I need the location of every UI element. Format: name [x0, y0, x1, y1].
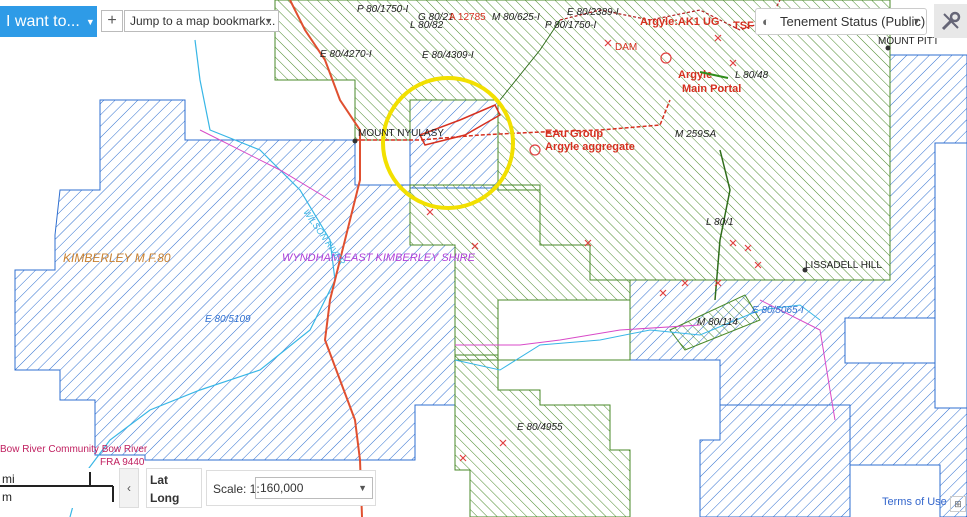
scale-lines — [0, 472, 114, 502]
blue-tenement-block[interactable] — [409, 99, 499, 189]
label-e80-4270: E 80/4270-I — [320, 49, 372, 60]
bookmark-dropdown[interactable]: Jump to a map bookmark... ▼ — [124, 10, 279, 32]
label-lissadell: LISSADELL HILL — [805, 260, 882, 271]
scale-value: 160,000 — [260, 481, 304, 495]
blue-tenement-south[interactable] — [699, 404, 851, 517]
long-label: Long — [150, 491, 180, 505]
label-m80-625: M 80/625-I — [492, 12, 540, 23]
label-argyle-aggregate: Argyle aggregate — [545, 141, 635, 153]
scale-label: Scale: 1: — [213, 482, 260, 496]
collapse-button[interactable]: ‹ — [119, 468, 139, 508]
label-mount-pitt: MOUNT PITT — [878, 36, 939, 47]
chevron-down-icon: ▼ — [264, 16, 273, 26]
scale-widget: Scale: 1: 160,000 ▼ — [206, 470, 376, 506]
scale-select[interactable]: 160,000 ▼ — [255, 477, 373, 499]
label-eau-group: EAu Group — [545, 128, 603, 140]
i-want-to-label: I want to... — [6, 12, 80, 30]
label-fra: FRA 9440 — [100, 457, 145, 468]
white-gap-east — [934, 142, 967, 409]
label-e80-5109: E 80/5109 — [205, 314, 251, 325]
chevron-down-icon: ▼ — [358, 483, 367, 493]
layer-label: Tenement Status (Public) — [780, 14, 926, 29]
layers-icon: ◐ — [762, 14, 770, 29]
label-bow-river: Bow River Community Bow River — [0, 444, 148, 455]
label-m80-114: M 80/114 — [697, 317, 738, 328]
label-mount-nyulasy: MOUNT NYULASY — [358, 128, 444, 139]
label-tsf: TSF — [733, 20, 754, 32]
label-p80-1750: P 80/1750-I — [357, 4, 409, 15]
add-bookmark-button[interactable]: + — [101, 10, 123, 32]
label-kimberley: KIMBERLEY M.F.80 — [63, 251, 171, 265]
layer-dropdown[interactable]: ◐ Tenement Status (Public) ▼ — [755, 8, 927, 35]
map-logo-icon: ⊞ — [950, 496, 966, 512]
i-want-to-button[interactable]: I want to... ▼ — [0, 6, 97, 37]
map-canvas[interactable]: E 80/4270-I E 80/4309-I E 80/5109 E 80/4… — [0, 0, 967, 517]
label-l80-1: L 80/1 — [706, 217, 734, 228]
lat-label: Lat — [150, 473, 168, 487]
terms-of-use-link[interactable]: Terms of Use — [882, 496, 947, 508]
mount-nyulasy-dot — [352, 138, 358, 144]
label-argyle: Argyle — [678, 69, 712, 81]
coordinate-display[interactable]: Lat Long — [146, 468, 202, 508]
tools-icon — [941, 11, 960, 31]
label-e80-4955: E 80/4955 — [517, 422, 563, 433]
label-p80-1750-b: P 80/1750-I — [545, 20, 597, 31]
scale-bar: mi m — [0, 468, 118, 508]
label-m259sa: M 259SA — [675, 129, 716, 140]
tools-button[interactable] — [934, 4, 967, 38]
chevron-down-icon: ▼ — [912, 16, 921, 26]
label-l80-48: L 80/48 — [735, 70, 769, 81]
white-gap — [844, 317, 936, 364]
chevron-down-icon: ▼ — [85, 16, 95, 27]
label-red: A 12785 — [449, 12, 486, 23]
label-dam: DAM — [615, 42, 637, 53]
label-e80-4309: E 80/4309-I — [422, 50, 474, 61]
label-argyle-ak1: Argyle:AK1 UG — [640, 16, 719, 28]
label-main-portal: Main Portal — [682, 83, 741, 95]
label-wyndham: WYNDHAM-EAST KIMBERLEY SHIRE — [282, 252, 476, 264]
label-e80-2389: E 80/2389-I — [567, 7, 619, 18]
white-gap-central — [497, 299, 631, 361]
label-e80-5065: E 80/5065-I — [752, 305, 804, 316]
bookmark-label: Jump to a map bookmark... — [130, 14, 276, 28]
